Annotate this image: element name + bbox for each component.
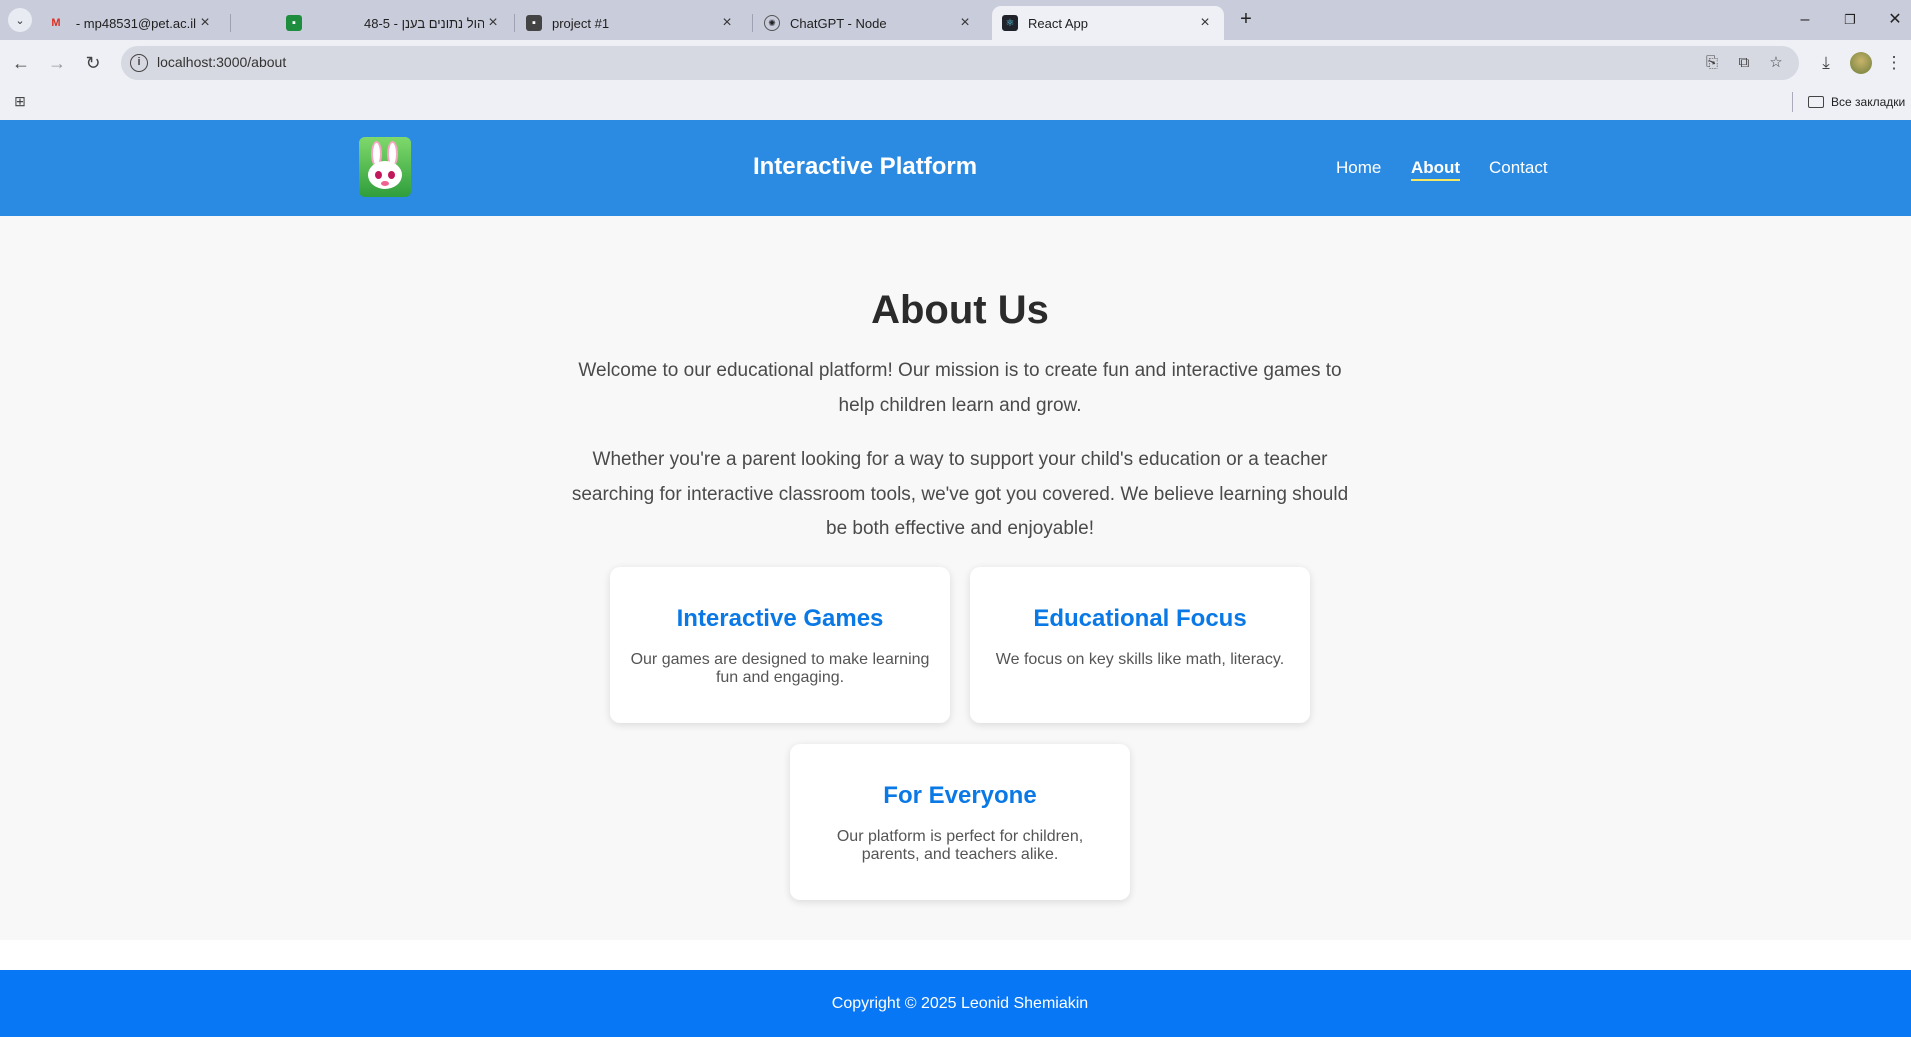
footer-spacer	[0, 940, 1911, 970]
copyright-text: Copyright © 2025 Leonid Shemiakin	[831, 995, 1089, 1012]
tab-project[interactable]: ▪ project #1 ×	[516, 6, 746, 40]
all-bookmarks-button[interactable]: Все закладки	[1808, 92, 1905, 112]
site-info-icon[interactable]: i	[130, 54, 148, 72]
audience-paragraph: Whether you're a parent looking for a wa…	[571, 449, 1349, 539]
portrait-icon: ▪	[526, 15, 542, 31]
card-title: Interactive Games	[676, 605, 884, 632]
close-icon[interactable]: ×	[196, 14, 214, 32]
close-icon[interactable]: ×	[956, 14, 974, 32]
folder-icon	[1808, 96, 1824, 108]
tab-react-app[interactable]: ⚛ React App ×	[992, 6, 1224, 40]
feature-card-for-everyone: For Everyone Our platform is perfect for…	[790, 744, 1130, 900]
all-bookmarks-label: Все закладки	[1831, 95, 1906, 109]
tab-separator	[230, 14, 231, 32]
bookmark-star-icon[interactable]: ☆	[1766, 53, 1786, 73]
download-icon[interactable]: ⤓	[1813, 50, 1839, 76]
restore-icon[interactable]: ❐	[1838, 8, 1862, 32]
forward-arrow-icon[interactable]: →	[44, 50, 70, 76]
address-url[interactable]: localhost:3000/about	[157, 54, 286, 70]
classroom-icon: ▪	[286, 15, 302, 31]
site-footer: Copyright © 2025 Leonid Shemiakin	[0, 970, 1911, 1037]
more-menu-icon[interactable]: ⋮	[1885, 50, 1903, 76]
nav-home-link[interactable]: Home	[1336, 158, 1381, 178]
tab-separator	[514, 14, 515, 32]
translate-icon[interactable]: ⧉	[1734, 53, 1754, 73]
site-title: Interactive Platform	[752, 153, 978, 180]
card-text: Our games are designed to make learning …	[630, 651, 930, 686]
bookmarks-bar: ⊞ Все закладки	[0, 86, 1911, 120]
card-title: Educational Focus	[1033, 605, 1247, 632]
chatgpt-icon: ✺	[764, 15, 780, 31]
card-text: We focus on key skills like math, litera…	[995, 651, 1285, 668]
install-app-icon[interactable]: ⎘	[1702, 53, 1722, 73]
tab-chatgpt[interactable]: ✺ ChatGPT - Node ×	[754, 6, 984, 40]
card-text: Our platform is perfect for children, pa…	[836, 828, 1084, 863]
card-title: For Everyone	[883, 782, 1037, 809]
nav-about-link[interactable]: About	[1411, 158, 1461, 181]
bookmarks-divider	[1792, 92, 1793, 112]
about-content: About Us Welcome to our educational plat…	[0, 216, 1911, 940]
tab-search-chevron-icon[interactable]: ⌄	[8, 8, 32, 32]
tab-gmail[interactable]: M mp48531@pet.ac.il - דואר נכנס ×	[38, 6, 224, 40]
profile-avatar[interactable]	[1850, 52, 1872, 74]
close-icon[interactable]: ×	[718, 14, 736, 32]
minimize-icon[interactable]: –	[1793, 8, 1817, 32]
page-title: About Us	[871, 288, 1049, 332]
close-icon[interactable]: ×	[484, 14, 502, 32]
intro-paragraph: Welcome to our educational platform! Our…	[578, 360, 1342, 416]
feature-card-interactive-games: Interactive Games Our games are designed…	[610, 567, 950, 723]
browser-tabstrip: ⌄ M mp48531@pet.ac.il - דואר נכנס × ▪ 48…	[0, 0, 1911, 40]
reload-icon[interactable]: ↻	[80, 50, 106, 76]
nav-contact-link[interactable]: Contact	[1489, 158, 1548, 178]
tab-separator	[752, 14, 753, 32]
back-arrow-icon[interactable]: ←	[8, 50, 34, 76]
address-bar[interactable]: i localhost:3000/about ⎘ ⧉ ☆	[121, 46, 1799, 80]
react-icon: ⚛	[1002, 15, 1018, 31]
browser-toolbar: ← → ↻ i localhost:3000/about ⎘ ⧉ ☆ ⤓ ⋮	[0, 40, 1911, 86]
new-tab-plus-icon[interactable]: +	[1234, 8, 1258, 32]
site-header: Interactive Platform Home About Contact	[0, 120, 1911, 216]
feature-card-educational-focus: Educational Focus We focus on key skills…	[970, 567, 1310, 723]
apps-grid-icon[interactable]: ⊞	[12, 93, 28, 109]
tab-classroom[interactable]: ▪ 48-5 - ניהול נתונים בענן ×	[278, 6, 512, 40]
close-icon[interactable]: ×	[1196, 14, 1214, 32]
window-close-icon[interactable]: ✕	[1883, 8, 1907, 32]
gmail-icon: M	[51, 17, 61, 29]
